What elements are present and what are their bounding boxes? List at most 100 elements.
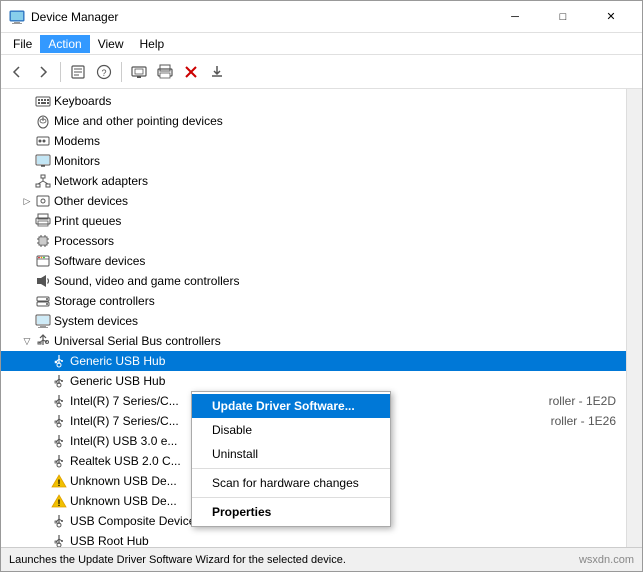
tree-item-generic-usb-hub-1[interactable]: Generic USB Hub	[1, 351, 626, 371]
content-area: Keyboards Mice and other pointing device…	[1, 89, 642, 547]
cpu-icon	[35, 233, 51, 249]
modem-icon	[35, 133, 51, 149]
remove-button[interactable]	[179, 60, 203, 84]
tree-item-keyboards[interactable]: Keyboards	[1, 91, 626, 111]
expand-icon-network	[19, 173, 35, 189]
label-usb-root-1: USB Root Hub	[70, 534, 149, 547]
keyboard-icon	[35, 93, 51, 109]
menu-view[interactable]: View	[90, 35, 132, 53]
expand-icon-intel1	[35, 393, 51, 409]
scrollbar[interactable]	[626, 89, 642, 547]
forward-button[interactable]	[31, 60, 55, 84]
context-menu: Update Driver Software... Disable Uninst…	[191, 391, 391, 527]
tree-item-mice[interactable]: Mice and other pointing devices	[1, 111, 626, 131]
menu-bar: File Action View Help	[1, 33, 642, 55]
ctx-update-driver[interactable]: Update Driver Software...	[192, 394, 390, 418]
status-text: Launches the Update Driver Software Wiza…	[9, 554, 579, 566]
print-icon	[35, 213, 51, 229]
svg-text:!: !	[58, 478, 61, 488]
back-button[interactable]	[5, 60, 29, 84]
menu-help[interactable]: Help	[132, 35, 173, 53]
label-realtek: Realtek USB 2.0 C...	[70, 454, 181, 468]
label-other: Other devices	[54, 194, 128, 208]
intel-suffix-2: roller - 1E26	[551, 414, 616, 428]
expand-icon-keyboards	[19, 93, 35, 109]
tree-item-network[interactable]: Network adapters	[1, 171, 626, 191]
ctx-properties[interactable]: Properties	[192, 500, 390, 524]
update-button[interactable]	[205, 60, 229, 84]
warn-icon-1: !	[51, 473, 67, 489]
sound-icon	[35, 273, 51, 289]
help-button[interactable]: ?	[92, 60, 116, 84]
intel-suffix-1: roller - 1E2D	[549, 394, 616, 408]
label-system: System devices	[54, 314, 138, 328]
tree-item-print[interactable]: Print queues	[1, 211, 626, 231]
tree-item-monitors[interactable]: Monitors	[1, 151, 626, 171]
label-keyboards: Keyboards	[54, 94, 111, 108]
tree-item-other[interactable]: ▷ Other devices	[1, 191, 626, 211]
expand-icon-monitors	[19, 153, 35, 169]
warn-icon-2: !	[51, 493, 67, 509]
usb-device-icon-3	[51, 393, 67, 409]
label-usb: Universal Serial Bus controllers	[54, 334, 221, 348]
software-icon	[35, 253, 51, 269]
label-generic-hub-1: Generic USB Hub	[70, 354, 165, 368]
expand-icon-hub1	[35, 353, 51, 369]
expand-icon-sound	[19, 273, 35, 289]
maximize-button[interactable]: □	[540, 2, 586, 32]
expand-icon-software	[19, 253, 35, 269]
minimize-button[interactable]: ─	[492, 2, 538, 32]
tree-item-modems[interactable]: Modems	[1, 131, 626, 151]
properties-button[interactable]	[66, 60, 90, 84]
expand-icon-unknown1	[35, 473, 51, 489]
expand-icon-root1	[35, 533, 51, 547]
label-sound: Sound, video and game controllers	[54, 274, 239, 288]
close-button[interactable]: ✕	[588, 2, 634, 32]
menu-file[interactable]: File	[5, 35, 40, 53]
ctx-disable[interactable]: Disable	[192, 418, 390, 442]
ctx-sep-2	[192, 497, 390, 498]
status-brand: wsxdn.com	[579, 554, 634, 566]
print-button[interactable]	[153, 60, 177, 84]
svg-text:?: ?	[101, 68, 106, 78]
label-storage: Storage controllers	[54, 294, 155, 308]
tree-item-storage[interactable]: Storage controllers	[1, 291, 626, 311]
expand-icon-system	[19, 313, 35, 329]
window-controls: ─ □ ✕	[492, 2, 634, 32]
label-processors: Processors	[54, 234, 114, 248]
tree-item-sound[interactable]: Sound, video and game controllers	[1, 271, 626, 291]
tree-item-usb-controllers[interactable]: ▽ Universal Serial Bus controllers	[1, 331, 626, 351]
label-intel-1e2d: Intel(R) 7 Series/C...	[70, 394, 179, 408]
tree-item-processors[interactable]: Processors	[1, 231, 626, 251]
scan-button[interactable]	[127, 60, 151, 84]
other-icon	[35, 193, 51, 209]
menu-action[interactable]: Action	[40, 35, 89, 53]
label-intel-usb3: Intel(R) USB 3.0 e...	[70, 434, 177, 448]
ctx-uninstall[interactable]: Uninstall	[192, 442, 390, 466]
label-unknown-2: Unknown USB De...	[70, 494, 177, 508]
tree-item-generic-usb-hub-2[interactable]: Generic USB Hub	[1, 371, 626, 391]
expand-icon-unknown2	[35, 493, 51, 509]
title-bar: Device Manager ─ □ ✕	[1, 1, 642, 33]
label-intel-1e26: Intel(R) 7 Series/C...	[70, 414, 179, 428]
expand-icon-realtek	[35, 453, 51, 469]
tree-item-system[interactable]: System devices	[1, 311, 626, 331]
usb-device-icon-7	[51, 513, 67, 529]
expand-icon-processors	[19, 233, 35, 249]
expand-icon-mice	[19, 113, 35, 129]
window-title: Device Manager	[31, 10, 492, 24]
ctx-scan[interactable]: Scan for hardware changes	[192, 471, 390, 495]
tree-item-usb-root-1[interactable]: USB Root Hub	[1, 531, 626, 547]
usb-device-icon-5	[51, 433, 67, 449]
toolbar-separator-2	[121, 62, 122, 82]
tree-item-software[interactable]: Software devices	[1, 251, 626, 271]
label-network: Network adapters	[54, 174, 148, 188]
expand-icon-modems	[19, 133, 35, 149]
storage-icon	[35, 293, 51, 309]
toolbar: ?	[1, 55, 642, 89]
ctx-sep-1	[192, 468, 390, 469]
mouse-icon	[35, 113, 51, 129]
label-usb-composite: USB Composite Device	[70, 514, 195, 528]
network-icon	[35, 173, 51, 189]
usb-icon	[35, 333, 51, 349]
